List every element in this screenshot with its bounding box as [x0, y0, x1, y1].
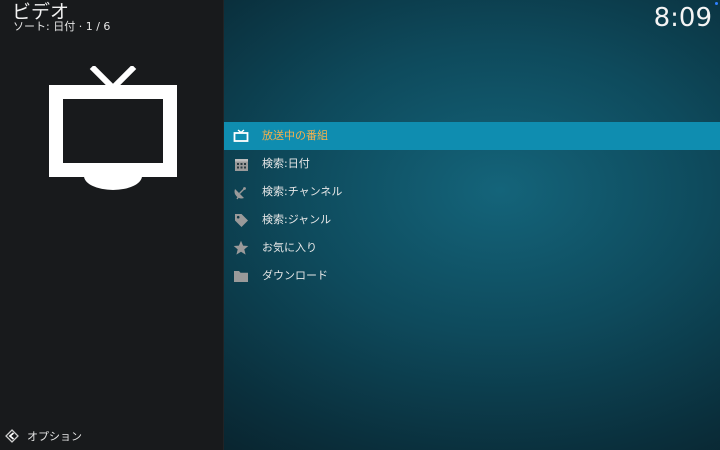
menu-label: 検索:チャンネル [262, 185, 343, 198]
menu-label: 検索:日付 [262, 157, 310, 170]
options-label: オプション [27, 430, 82, 443]
satellite-dish-icon [232, 183, 250, 201]
video-screen: ビデオ ソート: 日付 · 1 / 6 8:09 放送中の番組 検索:日付 検索… [0, 0, 720, 450]
menu-item-favourites[interactable]: お気に入り [224, 234, 720, 262]
calendar-icon [232, 155, 250, 173]
item-position: 1 / 6 [85, 20, 111, 33]
menu-label: 検索:ジャンル [262, 213, 332, 226]
tv-icon [232, 127, 250, 145]
menu-item-search-date[interactable]: 検索:日付 [224, 150, 720, 178]
menu-item-search-channel[interactable]: 検索:チャンネル [224, 178, 720, 206]
left-panel: ビデオ ソート: 日付 · 1 / 6 [0, 0, 224, 450]
options-button[interactable]: オプション [5, 428, 82, 444]
clock: 8:09 [653, 3, 712, 33]
menu-item-live-tv[interactable]: 放送中の番組 [224, 122, 720, 150]
menu-label: お気に入り [262, 241, 317, 254]
menu-item-search-genre[interactable]: 検索:ジャンル [224, 206, 720, 234]
sort-info: ソート: 日付 · 1 / 6 [13, 20, 111, 33]
menu-item-downloads[interactable]: ダウンロード [224, 262, 720, 290]
tv-icon-large [49, 66, 177, 190]
main-menu: 放送中の番組 検索:日付 検索:チャンネル 検索:ジャンル お気に入り ダウンロ… [224, 122, 720, 290]
options-arrow-icon [5, 429, 19, 443]
star-icon [232, 239, 250, 257]
tag-icon [232, 211, 250, 229]
folder-icon [232, 267, 250, 285]
status-indicator [715, 2, 718, 5]
menu-label: ダウンロード [262, 269, 328, 282]
menu-label: 放送中の番組 [262, 129, 328, 142]
sort-label: ソート: 日付 [13, 20, 76, 33]
